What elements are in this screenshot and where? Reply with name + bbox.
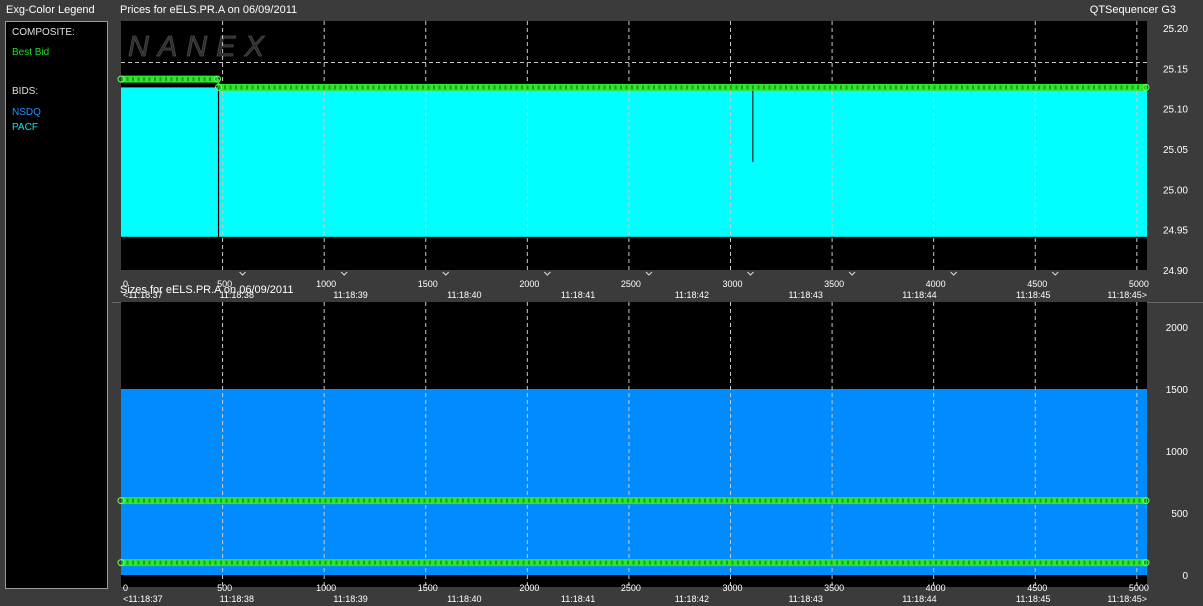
x-time-label: 11:18:45> bbox=[1107, 594, 1147, 604]
x-time-label: 11:18:42 bbox=[675, 594, 709, 604]
x-time-label: <11:18:37 bbox=[123, 594, 163, 604]
x-tick-label: 1500 bbox=[418, 583, 438, 593]
x-tick-label: 4500 bbox=[1027, 583, 1047, 593]
x-tick-label: 2500 bbox=[621, 583, 641, 593]
x-time-label: 11:18:44 bbox=[902, 594, 936, 604]
nsdq-size-area bbox=[121, 389, 1147, 575]
y-tick-label: 0 bbox=[1182, 571, 1188, 582]
y-tick-label: 1500 bbox=[1166, 385, 1189, 396]
x-time-label: 11:18:45 bbox=[1016, 594, 1050, 604]
x-tick-label: 5000 bbox=[1129, 583, 1149, 593]
x-time-label: 11:18:43 bbox=[788, 594, 822, 604]
x-tick-label: 3000 bbox=[722, 583, 742, 593]
x-tick-label: 0 bbox=[123, 583, 128, 593]
x-time-label: 11:18:39 bbox=[333, 594, 367, 604]
y-tick-label: 2000 bbox=[1166, 323, 1189, 334]
y-tick-label: 1000 bbox=[1166, 447, 1189, 458]
size-chart: 0 500 1000 1500 2000 2500 3000 3500 4000 4500 5000… bbox=[117, 302, 1189, 604]
x-tick-label: 3500 bbox=[824, 583, 844, 593]
y-tick-label: 500 bbox=[1171, 509, 1188, 520]
x-tick-label: 1000 bbox=[316, 583, 336, 593]
x-time-label: 11:18:41 bbox=[561, 594, 595, 604]
x-time-label: 11:18:40 bbox=[447, 594, 481, 604]
x-tick-label: 4000 bbox=[926, 583, 946, 593]
x-time-label: 11:18:38 bbox=[220, 594, 254, 604]
x-tick-label: 2000 bbox=[519, 583, 539, 593]
x-tick-label: 500 bbox=[217, 583, 232, 593]
